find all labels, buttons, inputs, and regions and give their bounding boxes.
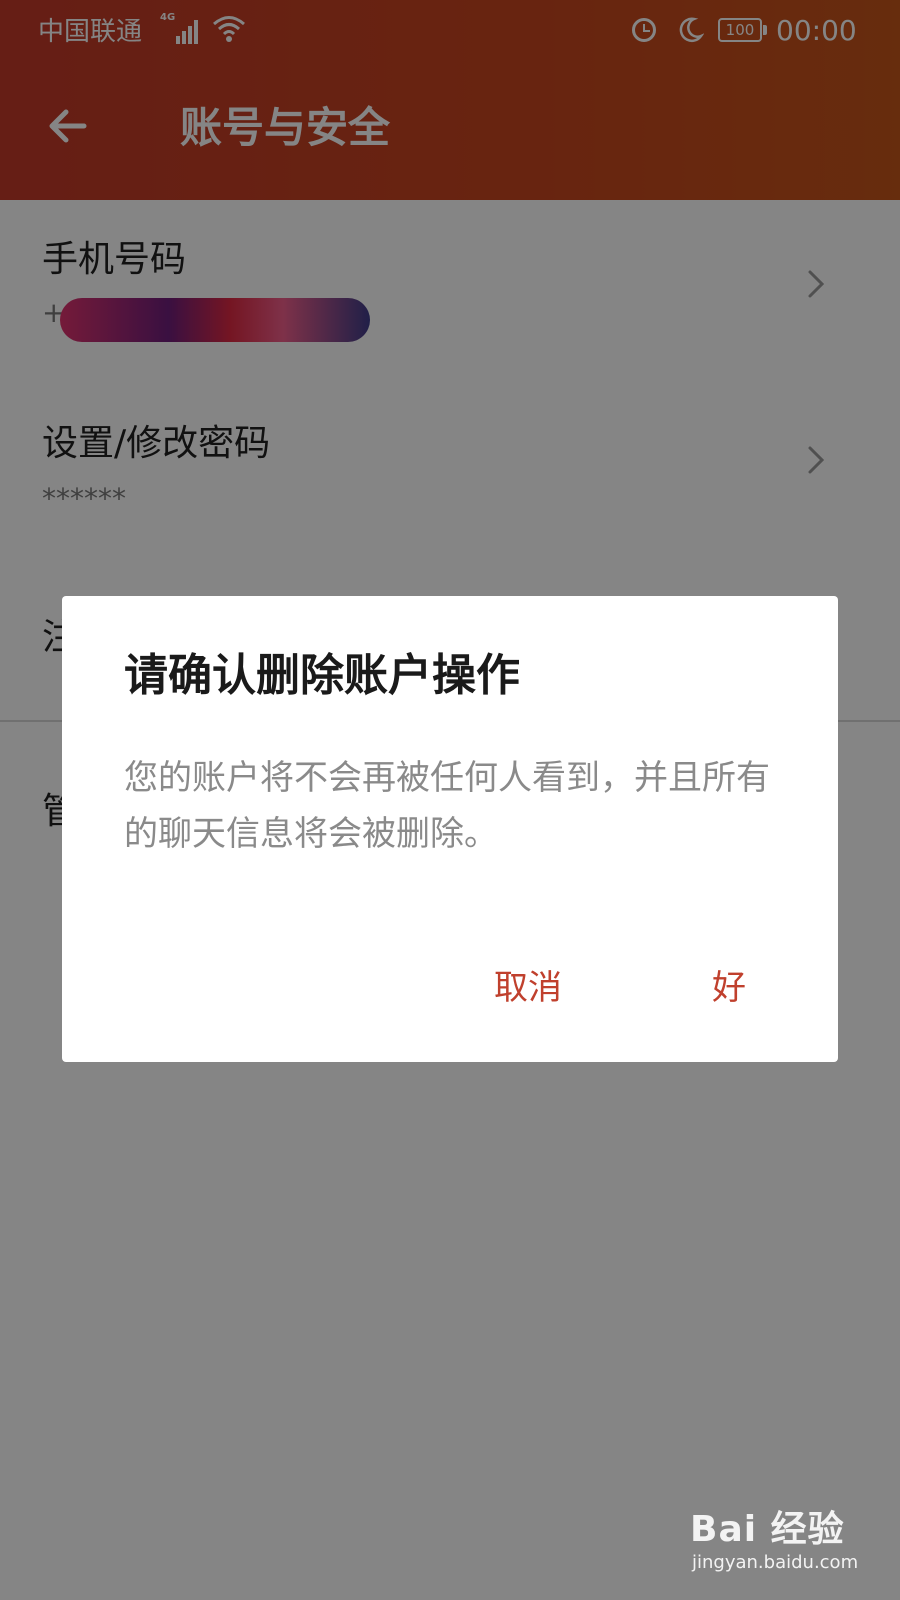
watermark-url: jingyan.baidu.com	[692, 1552, 859, 1573]
ok-button[interactable]: 好	[712, 966, 746, 1010]
app-window: 中国联通 4G 100 00:00 账号与安全 手机号码 设置/修改密码 ***…	[0, 0, 900, 1600]
watermark-logo: Bai 经验	[690, 1509, 845, 1550]
cancel-button[interactable]: 取消	[494, 966, 562, 1010]
dialog-title: 请确认删除账户操作	[124, 650, 520, 701]
dialog-message: 您的账户将不会再被任何人看到，并且所有的聊天信息将会被删除。	[124, 758, 770, 854]
watermark: Bai 经验 jingyan.baidu.com	[690, 1500, 880, 1590]
confirm-delete-dialog: 请确认删除账户操作 您的账户将不会再被任何人看到，并且所有的聊天信息将会被删除。…	[62, 596, 838, 1062]
